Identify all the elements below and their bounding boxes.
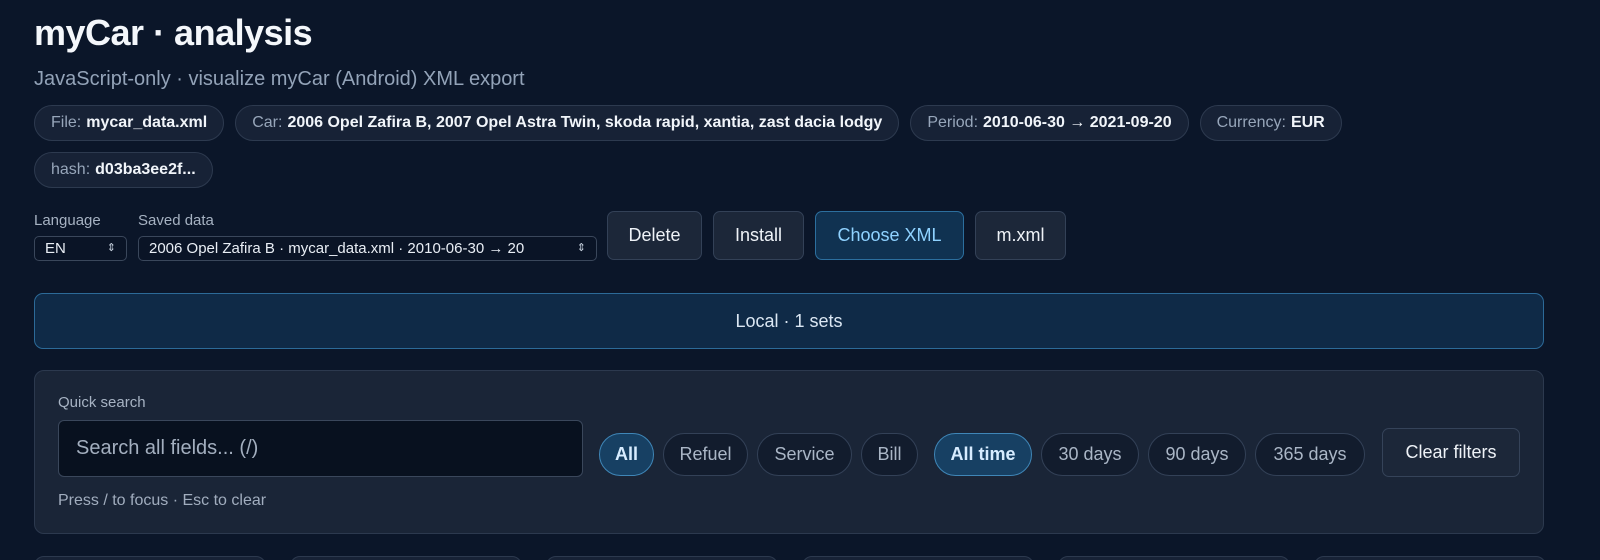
filter-30-days[interactable]: 30 days — [1041, 433, 1139, 476]
summary-card — [802, 556, 1034, 560]
delete-button[interactable]: Delete — [607, 211, 702, 260]
clear-filters-button[interactable]: Clear filters — [1382, 428, 1520, 477]
chip-label: File: — [51, 114, 82, 131]
chip-value: mycar_data.xml — [86, 114, 208, 131]
install-button[interactable]: Install — [713, 211, 804, 260]
search-input[interactable] — [58, 420, 583, 477]
filter-365-days[interactable]: 365 days — [1255, 433, 1365, 476]
saved-data-label: Saved data — [138, 212, 214, 229]
filter-all[interactable]: All — [599, 433, 654, 476]
local-storage-bar[interactable]: Local · 1 sets — [34, 293, 1544, 349]
period-chip: Period: 2010-06-30 → 2021-09-20 — [910, 105, 1189, 141]
chip-label: Currency: — [1216, 114, 1286, 131]
filter-90-days[interactable]: 90 days — [1148, 433, 1246, 476]
chip-label: hash: — [51, 161, 91, 178]
filter-refuel[interactable]: Refuel — [663, 433, 748, 476]
meta-chips: File: mycar_data.xml Car: 2006 Opel Zafira… — [34, 105, 1484, 188]
up-down-chevron-icon: ⇕ — [576, 242, 586, 254]
currency-chip: Currency: EUR — [1199, 105, 1342, 141]
summary-card — [546, 556, 778, 560]
car-chip: Car: 2006 Opel Zafira B, 2007 Opel Astra … — [235, 105, 900, 141]
up-down-chevron-icon: ⇕ — [106, 242, 116, 254]
summary-card — [34, 556, 266, 560]
chip-label: Car: — [252, 114, 283, 131]
filter-service[interactable]: Service — [757, 433, 852, 476]
saved-data-value: 2006 Opel Zafira B · mycar_data.xml · 20… — [149, 240, 525, 257]
chip-value: 2010-06-30 → 2021-09-20 — [983, 114, 1172, 131]
chip-value: d03ba3ee2f... — [95, 161, 196, 178]
file-chip: File: mycar_data.xml — [34, 105, 225, 141]
quick-search-label: Quick search — [58, 394, 146, 411]
filter-bill[interactable]: Bill — [861, 433, 918, 476]
language-value: EN — [45, 240, 66, 257]
chip-value: EUR — [1290, 114, 1325, 131]
page-title: myCar · analysis — [34, 12, 313, 53]
search-hint: Press / to focus · Esc to clear — [58, 492, 267, 509]
language-label: Language — [34, 212, 101, 229]
filter-panel: Quick search Press / to focus · Esc to c… — [34, 370, 1544, 534]
summary-card — [290, 556, 522, 560]
chip-label: Period: — [927, 114, 979, 131]
saved-data-select[interactable]: 2006 Opel Zafira B · mycar_data.xml · 20… — [138, 236, 597, 261]
file-name-button[interactable]: m.xml — [975, 211, 1066, 260]
language-select[interactable]: EN ⇕ — [34, 236, 127, 261]
summary-card — [1058, 556, 1290, 560]
hash-chip: hash: d03ba3ee2f... — [34, 152, 213, 188]
summary-card — [1314, 556, 1546, 560]
page-subtitle: JavaScript-only · visualize myCar (Andro… — [34, 68, 525, 90]
filter-all-time[interactable]: All time — [934, 433, 1032, 476]
chip-value: 2006 Opel Zafira B, 2007 Opel Astra Twin… — [287, 114, 883, 131]
choose-xml-button[interactable]: Choose XML — [815, 211, 964, 260]
